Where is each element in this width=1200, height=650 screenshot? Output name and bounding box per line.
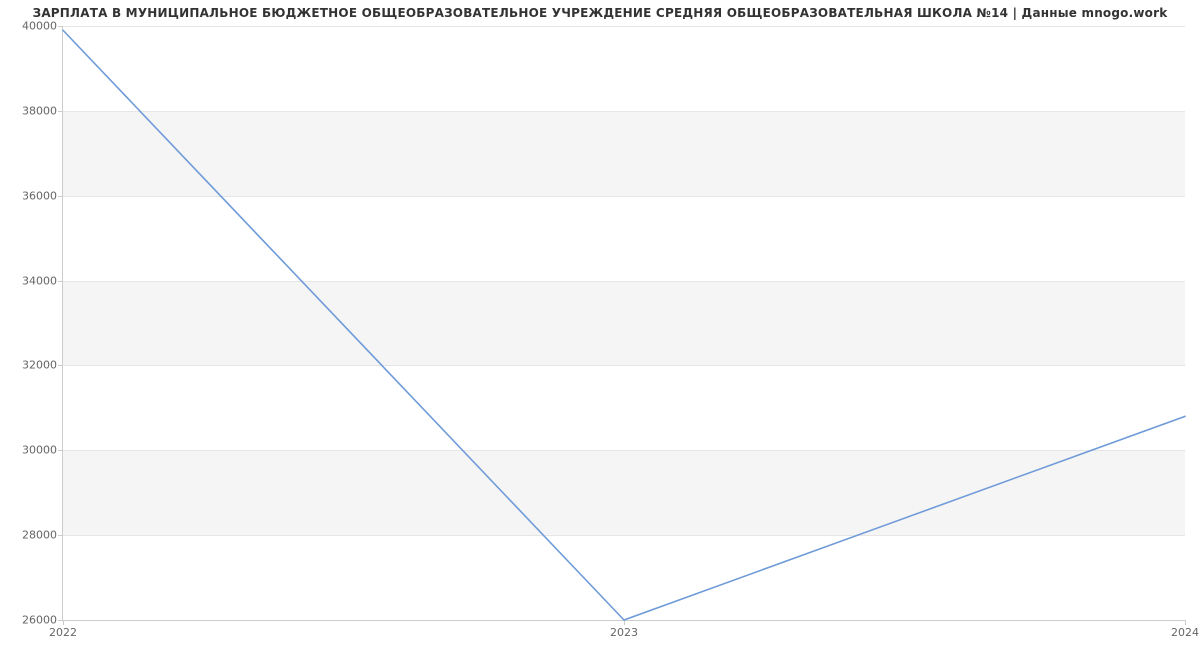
x-tick-label: 2024 [1171,626,1199,639]
x-tick-label: 2022 [49,626,77,639]
y-tick-label: 36000 [7,189,57,202]
plot-area [63,26,1185,620]
chart-title: ЗАРПЛАТА В МУНИЦИПАЛЬНОЕ БЮДЖЕТНОЕ ОБЩЕО… [0,6,1200,20]
y-tick-label: 32000 [7,359,57,372]
y-tick-label: 30000 [7,444,57,457]
line-layer [63,26,1185,620]
y-tick-label: 26000 [7,614,57,627]
series-salary [63,30,1185,620]
y-tick-label: 28000 [7,529,57,542]
y-tick-label: 38000 [7,104,57,117]
x-tick-mark [1185,620,1186,625]
y-tick-label: 34000 [7,274,57,287]
x-tick-label: 2023 [610,626,638,639]
y-tick-label: 40000 [7,20,57,33]
salary-line-chart: ЗАРПЛАТА В МУНИЦИПАЛЬНОЕ БЮДЖЕТНОЕ ОБЩЕО… [0,0,1200,650]
